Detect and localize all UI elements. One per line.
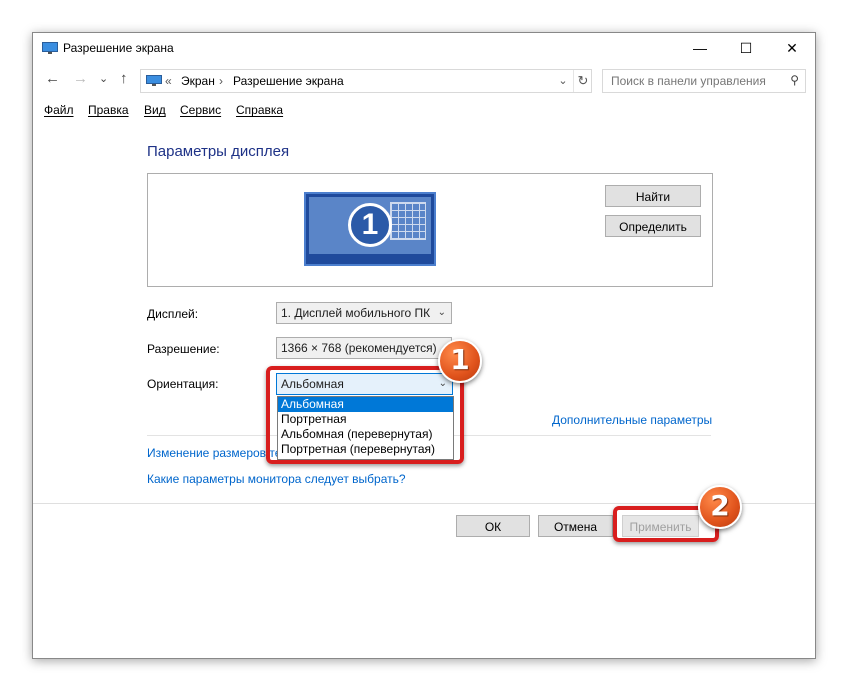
cancel-button[interactable]: Отмена bbox=[538, 515, 613, 537]
menu-edit[interactable]: Правка bbox=[88, 103, 129, 117]
orientation-label: Ориентация: bbox=[147, 377, 219, 391]
breadcrumb-item-screen[interactable]: Экран bbox=[181, 74, 215, 88]
minimize-button[interactable]: — bbox=[677, 33, 723, 63]
display-icon bbox=[42, 42, 58, 54]
step-2-badge: 2 bbox=[698, 485, 742, 529]
monitor-thumbnail[interactable]: 1 bbox=[304, 192, 436, 266]
step-1-badge: 1 bbox=[438, 339, 482, 383]
refresh-icon[interactable]: ↻ bbox=[573, 70, 592, 92]
menu-help[interactable]: Справка bbox=[236, 103, 283, 117]
monitor-grid-decoration bbox=[390, 202, 426, 240]
search-icon[interactable]: ⚲ bbox=[790, 73, 799, 87]
breadcrumb-overflow[interactable]: « bbox=[165, 74, 172, 88]
display-select[interactable]: 1. Дисплей мобильного ПК ⌄ bbox=[276, 302, 452, 324]
monitor-help-link[interactable]: Какие параметры монитора следует выбрать… bbox=[147, 472, 406, 486]
page-title: Параметры дисплея bbox=[147, 143, 290, 160]
ok-button[interactable]: ОК bbox=[456, 515, 530, 537]
display-select-value: 1. Дисплей мобильного ПК bbox=[281, 306, 431, 320]
search-placeholder: Поиск в панели управления bbox=[611, 74, 766, 88]
title-bar[interactable]: Разрешение экрана — ☐ ✕ bbox=[33, 33, 815, 63]
display-preview: 1 Найти Определить bbox=[147, 173, 713, 287]
forward-arrow-icon[interactable]: → bbox=[73, 70, 88, 87]
breadcrumb-separator: › bbox=[219, 74, 223, 88]
address-row: ← → ⌄ ↑ « Экран › Разрешение экрана ⌄ ↻ … bbox=[33, 66, 815, 96]
orientation-highlight bbox=[266, 366, 464, 464]
up-arrow-icon[interactable]: ↑ bbox=[120, 70, 128, 87]
resolution-label: Разрешение: bbox=[147, 342, 220, 356]
find-button[interactable]: Найти bbox=[605, 185, 701, 207]
recent-locations-icon[interactable]: ⌄ bbox=[99, 72, 108, 85]
chevron-down-icon: ⌄ bbox=[437, 307, 446, 318]
resolution-select-value: 1366 × 768 (рекомендуется) bbox=[281, 341, 437, 355]
control-panel-window: Разрешение экрана — ☐ ✕ ← → ⌄ ↑ « Экран … bbox=[32, 32, 816, 659]
address-bar[interactable]: « Экран › Разрешение экрана ⌄ ↻ bbox=[140, 69, 592, 93]
resolution-select[interactable]: 1366 × 768 (рекомендуется) bbox=[276, 337, 452, 359]
window-title: Разрешение экрана bbox=[63, 41, 174, 55]
monitor-number: 1 bbox=[348, 203, 392, 247]
menu-file[interactable]: Файл bbox=[44, 103, 74, 117]
menu-bar: Файл Правка Вид Сервис Справка bbox=[33, 101, 815, 121]
back-arrow-icon[interactable]: ← bbox=[45, 70, 60, 87]
advanced-settings-link[interactable]: Дополнительные параметры bbox=[552, 413, 712, 427]
menu-view[interactable]: Вид bbox=[144, 103, 166, 117]
address-dropdown-icon[interactable]: ⌄ bbox=[554, 71, 572, 91]
close-button[interactable]: ✕ bbox=[769, 33, 815, 63]
display-label: Дисплей: bbox=[147, 307, 199, 321]
display-icon bbox=[146, 75, 162, 86]
menu-service[interactable]: Сервис bbox=[180, 103, 221, 117]
search-input[interactable]: Поиск в панели управления ⚲ bbox=[602, 69, 806, 93]
maximize-button[interactable]: ☐ bbox=[723, 33, 769, 63]
breadcrumb-item-resolution[interactable]: Разрешение экрана bbox=[233, 74, 344, 88]
identify-button[interactable]: Определить bbox=[605, 215, 701, 237]
